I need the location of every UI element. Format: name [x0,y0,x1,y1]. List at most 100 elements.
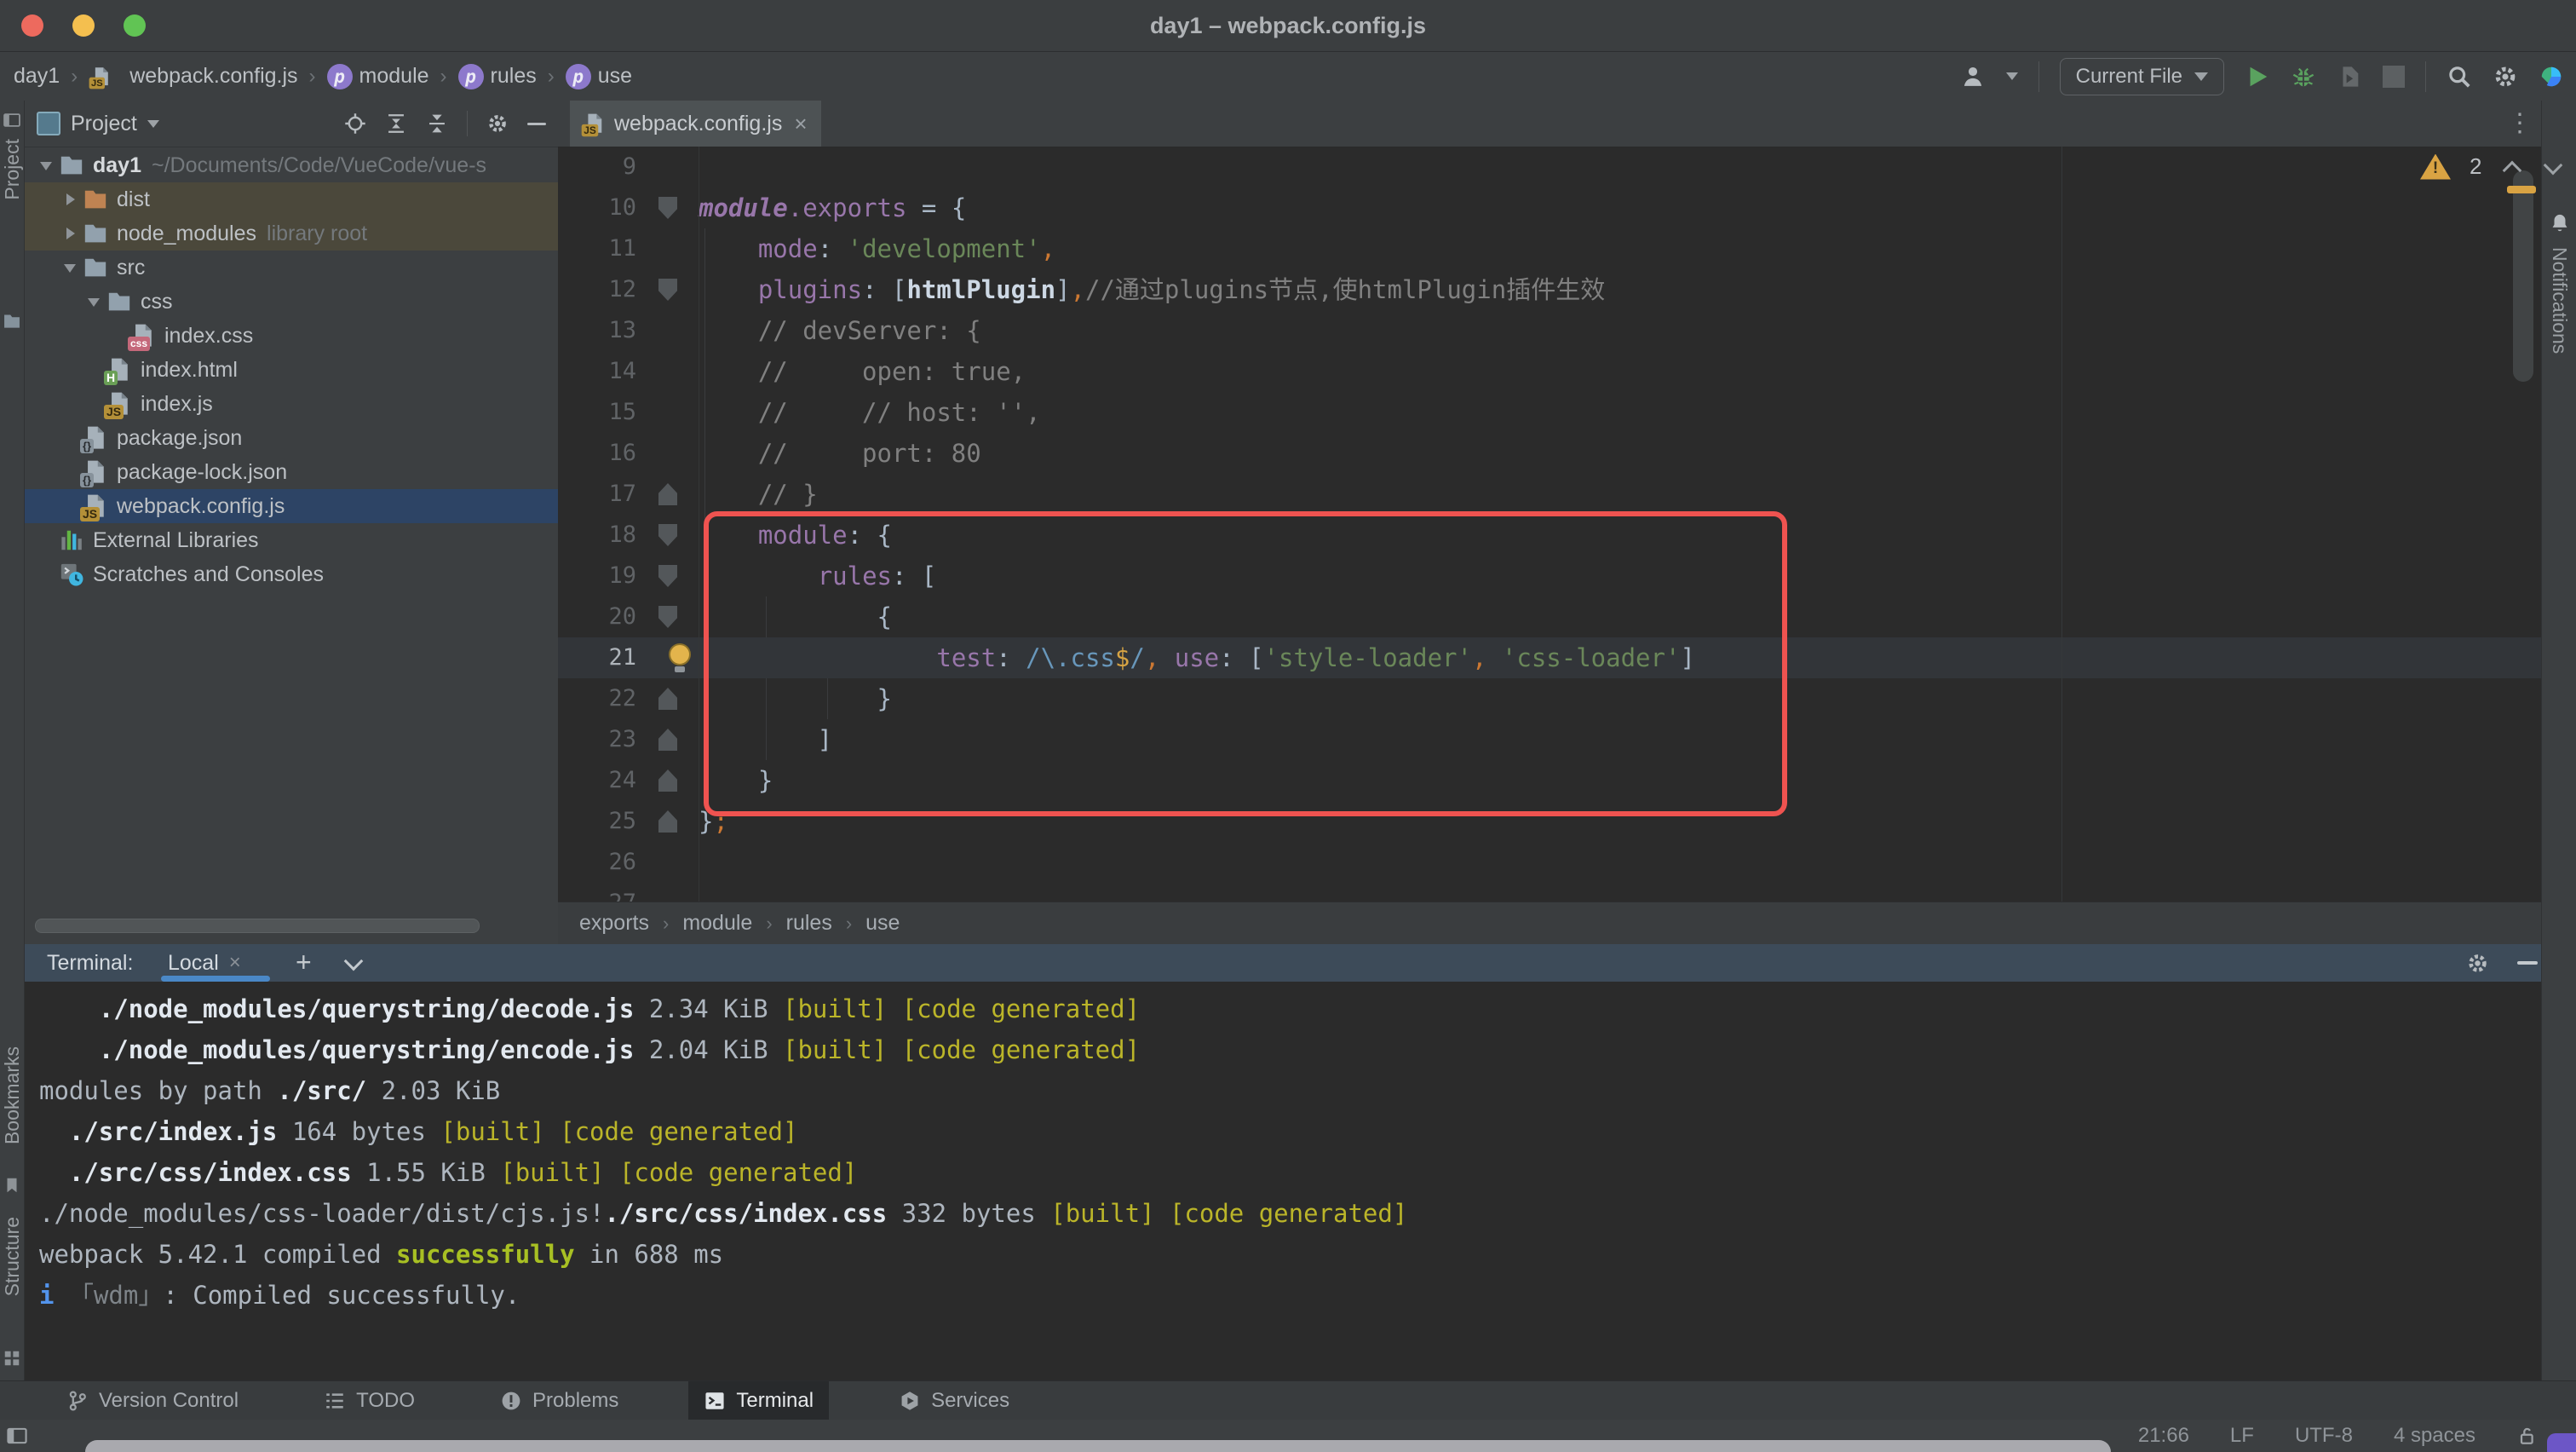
structure-grid-icon[interactable] [3,1349,21,1368]
run-configuration-select[interactable]: Current File [2060,58,2224,95]
tree-item-package-lock-json[interactable]: {}package-lock.json [25,455,558,489]
line-number: 24 [558,760,636,801]
error-stripe-warning-mark[interactable] [2507,186,2536,193]
ide-logo-icon[interactable] [2539,64,2564,89]
previous-problem-icon[interactable] [2500,156,2522,178]
kebab-menu-icon[interactable]: ⋮ [2507,107,2533,140]
user-icon[interactable] [1960,64,1986,89]
close-terminal-tab-icon[interactable]: × [229,951,241,975]
editor-breadcrumb-use[interactable]: use [865,911,900,936]
debug-icon[interactable] [2291,64,2316,89]
code-line-15: 15 // // host: '', [558,392,2541,433]
toolwindow-button-version-control[interactable]: Version Control [51,1381,254,1420]
editor-breadcrumb-rules[interactable]: rules [786,911,832,936]
editor-breadcrumb-exports[interactable]: exports [579,911,649,936]
chevron-open-icon[interactable] [35,148,59,182]
panel-settings-gear-icon[interactable] [486,112,509,135]
chevron-closed-icon[interactable] [59,216,83,251]
project-view-selector[interactable]: Project [37,101,159,147]
fold-up-icon[interactable] [658,688,677,710]
fold-up-icon[interactable] [658,729,677,751]
terminal-line-1: ./node_modules/querystring/decode.js 2.3… [39,988,1407,1029]
horizontal-scrollbar[interactable] [35,919,480,933]
toolwindow-button-todo[interactable]: TODO [308,1381,430,1420]
tree-item-label: node_modules [117,222,256,246]
chevron-down-icon[interactable] [2006,72,2018,80]
bell-icon[interactable] [2549,211,2571,235]
file-type-badge: JS [582,124,599,136]
warning-icon[interactable]: ! [2420,154,2451,180]
tree-item-css[interactable]: css [25,285,558,319]
macos-dock-item[interactable] [2547,1433,2576,1452]
close-tab-icon[interactable]: × [794,111,807,137]
collapse-all-icon[interactable] [426,112,448,135]
editor-tab-webpack-config[interactable]: JS webpack.config.js × [570,101,821,147]
fold-down-icon[interactable] [658,197,677,219]
tree-item-scratches-and-consoles[interactable]: Scratches and Consoles [25,557,558,591]
toolwindow-toggle-icon[interactable] [5,1425,29,1447]
toolwindow-button-label: Version Control [99,1389,239,1413]
fold-up-icon[interactable] [658,483,677,505]
indent-setting[interactable]: 4 spaces [2394,1424,2475,1448]
sidebar-item-notifications[interactable]: Notifications [2548,247,2571,354]
file-encoding[interactable]: UTF-8 [2295,1424,2353,1448]
line-separator[interactable]: LF [2230,1424,2254,1448]
stop-icon [2383,66,2405,88]
sidebar-item-bookmarks[interactable]: Bookmarks [1,1046,24,1144]
fold-down-icon[interactable] [658,565,677,587]
breadcrumb-item-rules[interactable]: prules [458,64,537,89]
settings-gear-icon[interactable] [2493,64,2518,89]
breadcrumb-item-day1[interactable]: day1 [14,64,60,89]
line-number: 25 [558,801,636,842]
bookmark-icon[interactable] [3,1176,21,1195]
expand-all-icon[interactable] [385,112,407,135]
breadcrumb-item-module[interactable]: pmodule [327,64,429,89]
intention-bulb-icon[interactable] [669,643,691,671]
tree-item-day1[interactable]: day1~/Documents/Code/VueCode/vue-s [25,148,558,182]
fold-down-icon[interactable] [658,524,677,546]
tree-item-node-modules[interactable]: node_moduleslibrary root [25,216,558,251]
tool-window-icon[interactable] [3,111,21,130]
sidebar-item-structure[interactable]: Structure [1,1217,24,1296]
tree-item-index-js[interactable]: JSindex.js [25,387,558,421]
chevron-open-icon[interactable] [59,251,83,285]
tree-item-index-css[interactable]: cssindex.css [25,319,558,353]
breadcrumb-item-webpack-config-js[interactable]: JSwebpack.config.js [89,64,297,89]
fold-down-icon[interactable] [658,606,677,628]
new-terminal-icon[interactable]: + [296,944,312,980]
locate-file-icon[interactable] [344,112,366,135]
hide-terminal-icon[interactable] [2517,961,2538,965]
unlock-icon[interactable] [2516,1425,2537,1447]
run-icon[interactable] [2245,64,2270,89]
terminal-dropdown-icon[interactable] [342,952,364,974]
tree-item-external-libraries[interactable]: External Libraries [25,523,558,557]
tree-item-index-html[interactable]: Hindex.html [25,353,558,387]
macos-dock[interactable] [85,1440,2111,1452]
editor-breadcrumb-module[interactable]: module [682,911,752,936]
toolwindow-button-services[interactable]: Services [883,1381,1025,1420]
file-icon: JS [585,112,604,135]
search-icon[interactable] [2447,64,2472,89]
tree-item-dist[interactable]: dist [25,182,558,216]
hide-panel-icon[interactable] [527,123,546,125]
breadcrumb-item-use[interactable]: puse [566,64,632,89]
code-line-12: 12 plugins: [htmlPlugin],//通过plugins节点,使… [558,269,2541,310]
next-problem-icon[interactable] [2541,156,2563,178]
fold-down-icon[interactable] [658,279,677,301]
fold-up-icon[interactable] [658,769,677,792]
tree-item-webpack-config-js[interactable]: JSwebpack.config.js [25,489,558,523]
toolwindow-button-terminal[interactable]: Terminal [688,1381,829,1420]
caret-position[interactable]: 21:66 [2138,1424,2189,1448]
toolwindow-button-problems[interactable]: Problems [485,1381,634,1420]
terminal-settings-gear-icon[interactable] [2466,952,2489,975]
terminal-output[interactable]: ./node_modules/querystring/decode.js 2.3… [39,988,1407,1316]
sidebar-item-project[interactable]: Project [1,139,24,200]
chevron-closed-icon[interactable] [59,182,83,216]
chevron-open-icon[interactable] [83,285,106,319]
fold-up-icon[interactable] [658,810,677,833]
tree-item-package-json[interactable]: {}package.json [25,421,558,455]
tree-item-src[interactable]: src [25,251,558,285]
editor-scrollbar[interactable] [2513,170,2533,382]
line-number: 18 [558,515,636,556]
folder-icon[interactable] [3,312,21,331]
